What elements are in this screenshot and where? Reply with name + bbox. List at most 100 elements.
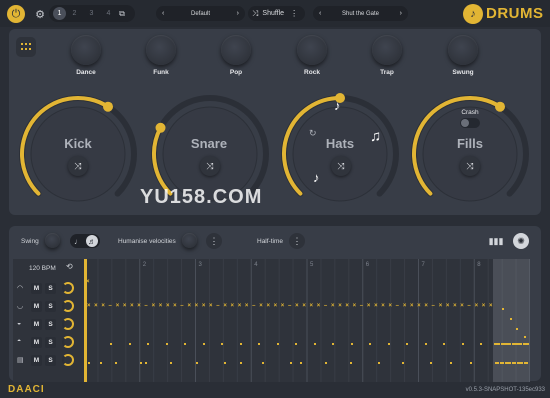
note-hit[interactable]: [402, 362, 404, 364]
note-hit[interactable]: [140, 362, 142, 364]
note-hit[interactable]: ×: [302, 303, 306, 309]
note-hit[interactable]: ×: [266, 303, 270, 309]
note-hit[interactable]: ×: [116, 303, 120, 309]
playhead[interactable]: [84, 259, 87, 382]
shuffle-control[interactable]: ⤨ Shuffle ⋮: [248, 6, 305, 21]
crash-toggle[interactable]: [460, 118, 480, 128]
note-hit[interactable]: [262, 362, 264, 364]
note-hit[interactable]: ×: [86, 279, 90, 285]
note-hit[interactable]: ×: [166, 303, 170, 309]
preset-right-selector[interactable]: ‹ Shut the Gate ›: [313, 6, 408, 21]
note-hit[interactable]: –: [360, 303, 363, 309]
pattern-3[interactable]: 3: [83, 10, 100, 17]
dial-handle[interactable]: [103, 101, 114, 112]
note-hit[interactable]: [110, 343, 112, 345]
note-hit[interactable]: ×: [202, 303, 206, 309]
dial-face[interactable]: [30, 106, 126, 202]
note-hit[interactable]: ×: [417, 303, 421, 309]
note-hit[interactable]: [239, 343, 242, 345]
more-vertical-icon[interactable]: ⋮: [289, 233, 305, 249]
note-hit[interactable]: ×: [281, 303, 285, 309]
note-hit[interactable]: [480, 343, 482, 345]
note-hit[interactable]: ×: [123, 303, 127, 309]
note-hit[interactable]: ×: [152, 303, 156, 309]
note-hit[interactable]: ×: [310, 303, 314, 309]
eighth-note-icon[interactable]: ♩: [72, 237, 84, 246]
note-hit[interactable]: –: [432, 303, 435, 309]
note-hit[interactable]: [524, 336, 526, 338]
note-hit[interactable]: [332, 343, 334, 345]
note-hit[interactable]: ×: [295, 303, 299, 309]
note-hit[interactable]: ×: [259, 303, 263, 309]
note-hit[interactable]: ×: [231, 303, 235, 309]
note-hit[interactable]: ×: [101, 303, 105, 309]
knob-dance[interactable]: [71, 35, 101, 65]
solo-button[interactable]: S: [45, 319, 56, 330]
mute-button[interactable]: M: [31, 301, 42, 312]
note-hit[interactable]: ×: [223, 303, 227, 309]
note-hit[interactable]: –: [144, 303, 147, 309]
more-vertical-icon[interactable]: ⋮: [290, 9, 298, 18]
mute-button[interactable]: M: [31, 283, 42, 294]
note-hit[interactable]: –: [216, 303, 219, 309]
note-hit[interactable]: [115, 362, 117, 364]
note-hit[interactable]: ×: [475, 303, 479, 309]
preset-left-selector[interactable]: ‹ Default ›: [156, 6, 245, 21]
note-hit[interactable]: [406, 343, 408, 345]
note-hit[interactable]: [276, 343, 279, 345]
note-hit[interactable]: ×: [367, 303, 371, 309]
note-hit[interactable]: –: [180, 303, 183, 309]
humanise-knob[interactable]: [182, 233, 197, 248]
note-hit[interactable]: ×: [453, 303, 457, 309]
note-hit[interactable]: [145, 362, 147, 364]
track-volume-knob[interactable]: [62, 282, 74, 294]
chevron-left-icon[interactable]: ‹: [162, 10, 164, 17]
note-hit[interactable]: [258, 343, 260, 345]
pattern-4[interactable]: 4: [100, 10, 117, 17]
note-hit[interactable]: ×: [94, 303, 98, 309]
note-hit[interactable]: ×: [482, 303, 486, 309]
note-hit[interactable]: ×: [353, 303, 357, 309]
note-hit[interactable]: [443, 343, 445, 345]
note-hit[interactable]: [300, 362, 302, 364]
note-hit[interactable]: [170, 362, 172, 364]
solo-button[interactable]: S: [45, 301, 56, 312]
note-hit[interactable]: ×: [410, 303, 414, 309]
knob-pop[interactable]: [221, 35, 251, 65]
note-hit[interactable]: ×: [187, 303, 191, 309]
track-volume-knob[interactable]: [62, 336, 74, 348]
note-hit[interactable]: [516, 328, 518, 330]
note-hit[interactable]: [450, 362, 452, 364]
note-hit[interactable]: [184, 343, 186, 345]
pattern-2[interactable]: 2: [66, 10, 83, 17]
chevron-right-icon[interactable]: ›: [237, 10, 239, 17]
note-hit[interactable]: ×: [137, 303, 141, 309]
power-icon[interactable]: ⏻: [7, 5, 25, 23]
note-hit[interactable]: [510, 318, 512, 320]
note-hit[interactable]: [470, 362, 472, 364]
copy-icon[interactable]: ⧉: [117, 9, 127, 19]
note-hit[interactable]: ×: [87, 303, 91, 309]
note-hit[interactable]: ×: [439, 303, 443, 309]
mute-button[interactable]: M: [31, 355, 42, 366]
note-hit[interactable]: [350, 343, 353, 345]
note-hit[interactable]: [424, 343, 427, 345]
note-hit[interactable]: [196, 362, 198, 364]
note-hit[interactable]: [526, 362, 529, 364]
note-hit[interactable]: ×: [173, 303, 177, 309]
more-vertical-icon[interactable]: ⋮: [206, 233, 222, 249]
note-hit[interactable]: ×: [374, 303, 378, 309]
note-hit[interactable]: ×: [317, 303, 321, 309]
knob-swung[interactable]: [448, 35, 478, 65]
kick-shuffle-icon[interactable]: ⤨: [68, 156, 88, 176]
note-hit[interactable]: ×: [381, 303, 385, 309]
chevron-left-icon[interactable]: ‹: [319, 10, 321, 17]
dial-handle[interactable]: [155, 122, 166, 133]
mute-button[interactable]: M: [31, 337, 42, 348]
sixteenth-note-icon[interactable]: ♬: [86, 235, 98, 247]
track-volume-knob[interactable]: [62, 318, 74, 330]
note-hit[interactable]: [461, 343, 464, 345]
grid-toggle-icon[interactable]: [16, 37, 36, 57]
bpm-display[interactable]: 120 BPM: [29, 265, 56, 272]
palette-icon[interactable]: ✺: [513, 233, 529, 249]
